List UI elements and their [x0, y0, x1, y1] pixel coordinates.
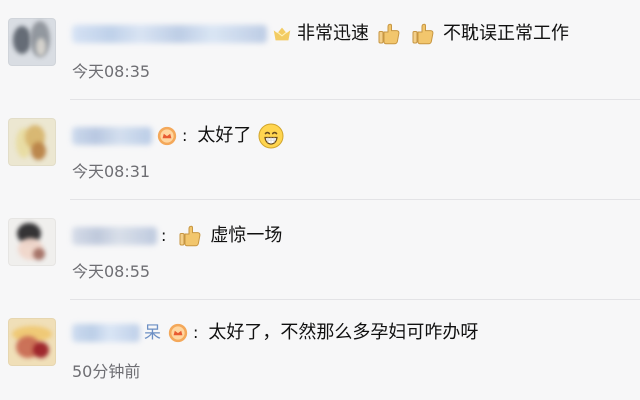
comment-text-4: 太好了，不然那么多孕妇可咋办呀 — [208, 322, 479, 344]
comment-time-2: 今天08:31 — [72, 162, 151, 181]
comment-colon-4: : — [193, 323, 199, 342]
username-3[interactable] — [72, 227, 157, 245]
comment-content-4: 太好了，不然那么多孕妇可咋办呀 — [208, 322, 478, 344]
comment-item-1: 非常迅速 不耽误正常工作 今天08:35 — [0, 0, 640, 100]
comment-header-1: 非常迅速 不耽误正常工作 — [72, 20, 622, 48]
crown-badge-icon — [167, 322, 189, 344]
comment-item-4: 呆 : 太好了，不然那么多孕妇可咋办呀 50分钟前 — [0, 300, 640, 400]
username-2[interactable] — [72, 127, 152, 145]
avatar-1[interactable] — [8, 18, 56, 66]
comment-text-1: 非常迅速 — [297, 23, 369, 45]
comment-time-4: 50分钟前 — [72, 362, 141, 381]
avatar-2[interactable] — [8, 118, 56, 166]
avatar-4[interactable] — [8, 318, 56, 366]
comment-time-1: 今天08:35 — [72, 62, 151, 81]
comment-time-3: 今天08:55 — [72, 262, 151, 281]
comment-content-2: 太好了 — [197, 122, 285, 150]
thumbs-up-icon — [378, 23, 400, 45]
thumbs-up-icon — [179, 225, 201, 247]
comment-colon-3: : — [161, 226, 167, 245]
username-4-visible[interactable]: 呆 — [144, 324, 161, 342]
username-1[interactable] — [72, 25, 267, 43]
comment-text-2: 太好了 — [197, 125, 252, 147]
comment-colon-2: : — [182, 126, 188, 145]
comment-content-1: 非常迅速 不耽误正常工作 — [297, 20, 569, 48]
comment-header-2: : 太好了 — [72, 122, 622, 150]
avatar-3[interactable] — [8, 218, 56, 266]
comment-header-4: 呆 : 太好了，不然那么多孕妇可咋办呀 — [72, 322, 622, 344]
comment-text-3: 虚惊一场 — [210, 225, 283, 247]
comment-item-2: : 太好了 今天08:31 — [0, 100, 640, 200]
username-4-blurred[interactable] — [72, 324, 140, 342]
thumbs-up-icon — [412, 23, 434, 45]
yellow-badge-icon — [271, 23, 293, 45]
grinning-face-icon — [258, 123, 284, 149]
comment-text-1b: 不耽误正常工作 — [443, 23, 569, 45]
comment-content-3: 虚惊一场 — [176, 222, 282, 250]
crown-badge-icon — [156, 125, 178, 147]
comment-header-3: : 虚惊一场 — [72, 222, 622, 250]
comment-list: 非常迅速 不耽误正常工作 今天08:35: 太好了 今天08:31: 虚惊一… — [0, 0, 640, 400]
comment-item-3: : 虚惊一场 今天08:55 — [0, 200, 640, 300]
